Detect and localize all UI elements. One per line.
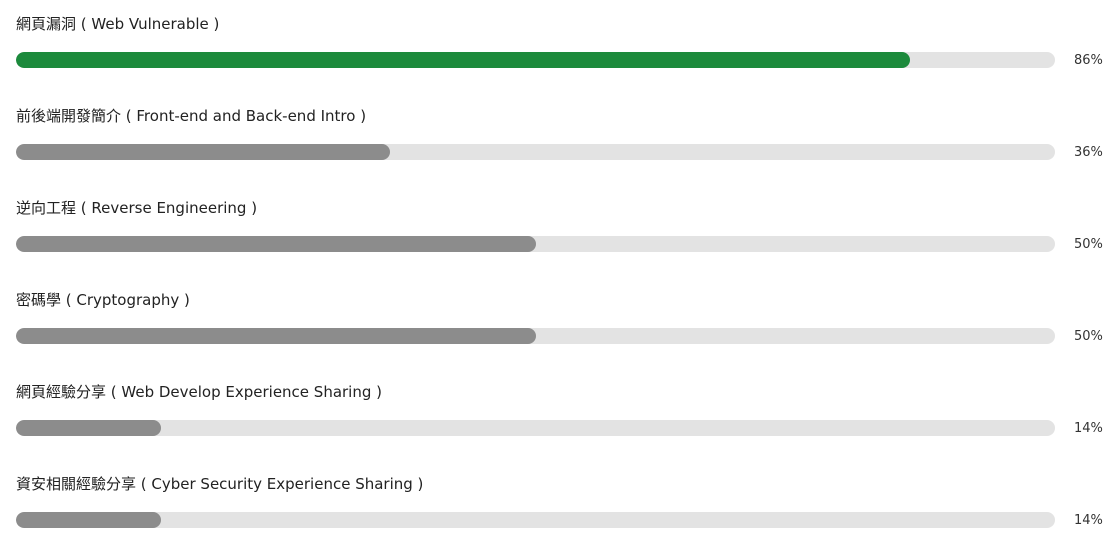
progress-percent: 50% [1074, 329, 1103, 344]
progress-track [16, 512, 1055, 528]
progress-fill [16, 328, 536, 344]
skill-label: 網頁漏洞 ( Web Vulnerable ) [16, 15, 220, 33]
skill-label: 資安相關經驗分享 ( Cyber Security Experience Sha… [16, 475, 424, 493]
progress-percent: 14% [1074, 513, 1103, 528]
skill-label: 前後端開發簡介 ( Front-end and Back-end Intro ) [16, 107, 367, 125]
skill-label: 網頁經驗分享 ( Web Develop Experience Sharing … [16, 383, 382, 401]
progress-track [16, 328, 1055, 344]
skill-item-cyber-security-sharing: 資安相關經驗分享 ( Cyber Security Experience Sha… [0, 460, 1118, 552]
skill-item-web-vulnerable: 網頁漏洞 ( Web Vulnerable ) 86% [0, 0, 1118, 92]
skill-item-cryptography: 密碼學 ( Cryptography ) 50% [0, 276, 1118, 368]
progress-track [16, 52, 1055, 68]
progress-percent: 86% [1074, 53, 1103, 68]
skill-label: 逆向工程 ( Reverse Engineering ) [16, 199, 258, 217]
progress-track [16, 144, 1055, 160]
progress-percent: 50% [1074, 237, 1103, 252]
progress-percent: 36% [1074, 145, 1103, 160]
skill-item-frontend-backend: 前後端開發簡介 ( Front-end and Back-end Intro )… [0, 92, 1118, 184]
progress-fill [16, 144, 391, 160]
skill-item-reverse-engineering: 逆向工程 ( Reverse Engineering ) 50% [0, 184, 1118, 276]
progress-fill [16, 52, 910, 68]
progress-track [16, 420, 1055, 436]
progress-percent: 14% [1074, 421, 1103, 436]
progress-track [16, 236, 1055, 252]
progress-fill [16, 420, 162, 436]
progress-fill [16, 236, 536, 252]
progress-fill [16, 512, 162, 528]
skill-label: 密碼學 ( Cryptography ) [16, 291, 190, 309]
skill-item-web-develop-sharing: 網頁經驗分享 ( Web Develop Experience Sharing … [0, 368, 1118, 460]
